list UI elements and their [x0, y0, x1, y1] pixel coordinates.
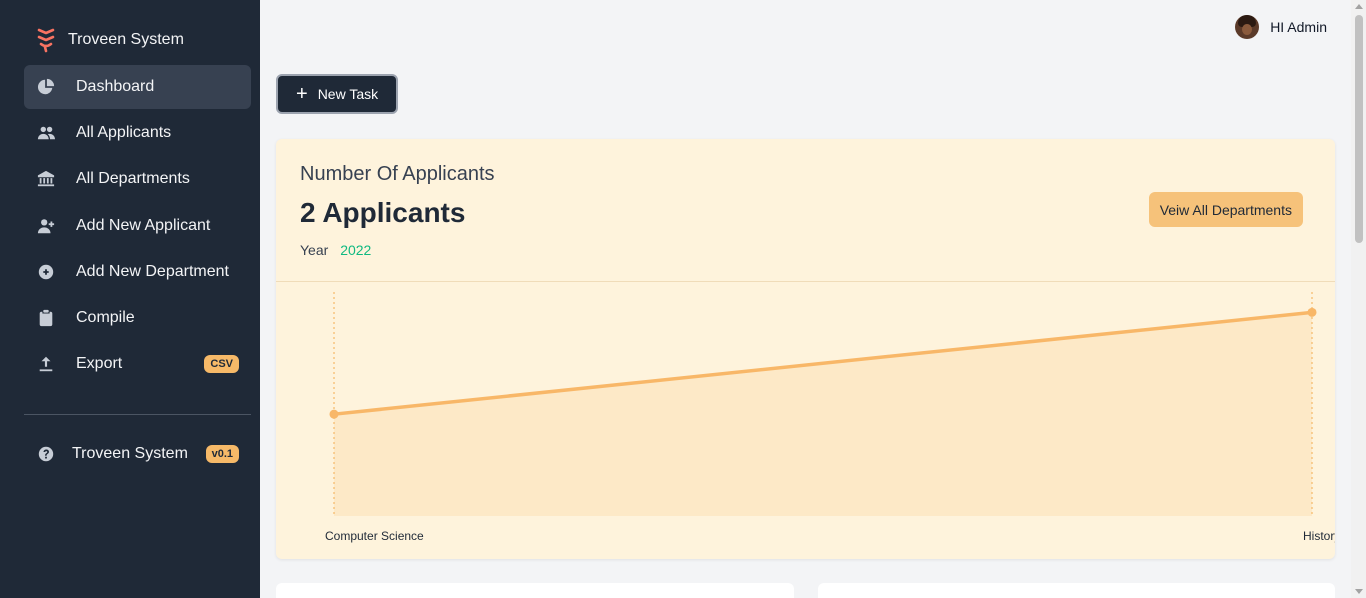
chart-x-tick-label: Computer Science: [325, 529, 424, 543]
brand[interactable]: Troveen System: [36, 27, 184, 53]
new-task-button[interactable]: + New Task: [276, 74, 398, 114]
sidebar-item-all-applicants[interactable]: All Applicants: [24, 111, 251, 155]
year-value: 2022: [340, 242, 372, 258]
bottom-card-right: [818, 583, 1335, 598]
new-task-label: New Task: [317, 86, 379, 102]
chart-point: [329, 409, 339, 419]
sidebar-item-export[interactable]: Export CSV: [24, 342, 251, 386]
user-menu[interactable]: HI Admin: [1235, 15, 1327, 39]
help-icon: [36, 444, 56, 464]
sidebar-item-label: All Departments: [76, 170, 190, 188]
chart-point: [1307, 307, 1317, 317]
sidebar-item-all-departments[interactable]: All Departments: [24, 157, 251, 201]
plus-circle-icon: [36, 262, 56, 282]
card-title: Number Of Applicants: [300, 163, 495, 185]
page-scrollbar[interactable]: [1351, 0, 1366, 598]
sidebar-item-add-new-applicant[interactable]: Add New Applicant: [24, 204, 251, 248]
scroll-up-arrow-icon[interactable]: [1355, 4, 1363, 9]
sidebar-item-label: Add New Department: [76, 262, 229, 280]
scrollbar-thumb[interactable]: [1355, 15, 1363, 243]
sidebar: Troveen System Dashboard All Applicants …: [0, 0, 260, 598]
chart-x-tick-label: History: [1303, 529, 1335, 543]
plus-icon: +: [296, 83, 308, 105]
troveen-logo-icon: [37, 28, 55, 53]
upload-icon: [36, 354, 56, 374]
sidebar-item-dashboard[interactable]: Dashboard: [24, 65, 251, 109]
bottom-card-left: [276, 583, 794, 598]
brand-name: Troveen System: [68, 31, 184, 48]
sidebar-item-add-new-department[interactable]: Add New Department: [24, 250, 251, 294]
clipboard-icon: [36, 308, 56, 328]
version-badge: v0.1: [205, 445, 239, 463]
year-row: Year 2022: [300, 242, 371, 258]
sidebar-item-label: Dashboard: [76, 78, 155, 95]
sidebar-item-label: Export: [76, 355, 123, 373]
pie-chart-icon: [36, 77, 56, 97]
applicants-card: Number Of Applicants 2 Applicants Year 2…: [276, 139, 1335, 559]
avatar: [1235, 15, 1260, 39]
user-greeting: HI Admin: [1270, 19, 1327, 35]
view-all-departments-button[interactable]: Veiw All Departments: [1148, 192, 1303, 227]
sidebar-footer[interactable]: Troveen System v0.1: [36, 442, 239, 466]
year-label: Year: [300, 242, 329, 258]
applicants-count: 2 Applicants: [300, 197, 466, 228]
sidebar-item-label: All Applicants: [76, 124, 172, 142]
sidebar-divider: [24, 414, 251, 415]
applicants-chart: Computer Science History: [325, 292, 1335, 543]
sidebar-item-label: Add New Applicant: [76, 216, 211, 234]
sidebar-item-compile[interactable]: Compile: [24, 296, 251, 340]
csv-badge: CSV: [204, 355, 239, 374]
chart-area: [334, 312, 1312, 516]
user-plus-icon: [36, 216, 56, 236]
sidebar-item-label: Compile: [76, 308, 135, 326]
scroll-down-arrow-icon[interactable]: [1355, 589, 1363, 594]
users-icon: [36, 123, 56, 143]
bank-icon: [36, 169, 56, 189]
footer-label: Troveen System: [72, 445, 188, 462]
sidebar-nav: Dashboard All Applicants All Departments…: [24, 65, 251, 388]
